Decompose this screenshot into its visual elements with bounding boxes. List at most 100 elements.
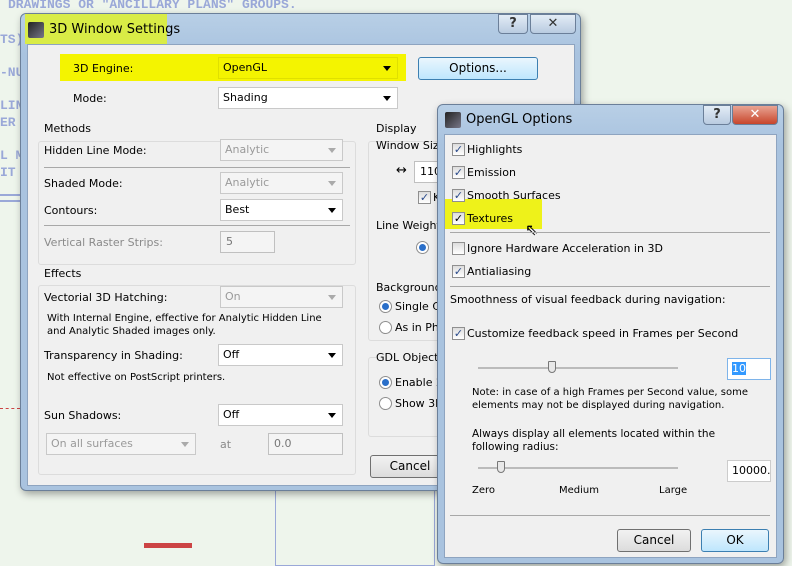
chevron-down-icon xyxy=(181,442,189,447)
close-button[interactable]: ✕ xyxy=(732,105,778,125)
cad-line xyxy=(275,490,435,566)
options-button[interactable]: Options... xyxy=(418,57,538,80)
antialiasing-checkbox[interactable]: ✓ xyxy=(452,265,465,278)
fps-slider-track[interactable] xyxy=(478,367,678,369)
chevron-down-icon xyxy=(383,96,391,101)
hatching-label: Vectorial 3D Hatching: xyxy=(44,291,168,304)
slider-label-large: Large xyxy=(659,485,688,496)
cad-line xyxy=(0,194,20,196)
textures-label: Textures xyxy=(467,212,513,225)
hidden-line-select[interactable]: Analytic xyxy=(220,139,343,161)
divider xyxy=(44,225,350,226)
methods-title: Methods xyxy=(44,122,91,135)
hidden-line-value: Analytic xyxy=(225,143,270,156)
cad-text: IT xyxy=(0,165,16,180)
shaded-mode-value: Analytic xyxy=(225,176,270,189)
emission-label: Emission xyxy=(467,166,516,179)
raster-input[interactable]: 5 xyxy=(220,231,275,253)
antialiasing-label: Antialiasing xyxy=(467,265,532,278)
chevron-down-icon xyxy=(328,353,336,358)
hidden-line-label: Hidden Line Mode: xyxy=(44,144,147,157)
raster-label: Vertical Raster Strips: xyxy=(44,236,163,249)
fps-slider-thumb[interactable] xyxy=(548,361,556,373)
ignore-hw-accel-checkbox[interactable]: ✓ xyxy=(452,242,465,255)
shadow-at-input[interactable]: 0.0 xyxy=(268,433,343,455)
mouse-cursor-icon: ⇖ xyxy=(525,220,539,239)
help-button[interactable]: ? xyxy=(498,14,528,34)
opengl-options-dialog: OpenGL Options ? ✕ ✓ Highlights ✓ Emissi… xyxy=(437,104,784,564)
archicad-logo-icon xyxy=(445,112,461,128)
cad-line xyxy=(144,543,192,548)
hatching-note: With Internal Engine, effective for Anal… xyxy=(47,313,322,337)
engine-select[interactable]: OpenGL xyxy=(218,57,398,79)
radius-input[interactable]: 10000.0 xyxy=(727,460,771,482)
help-button[interactable]: ? xyxy=(703,105,731,125)
chevron-down-icon xyxy=(383,66,391,71)
line-weight-label: Line Weight: xyxy=(376,219,445,232)
contours-label: Contours: xyxy=(44,204,98,217)
window-size-label: Window Size xyxy=(376,139,446,152)
sun-shadows-select[interactable]: Off xyxy=(218,404,343,426)
surfaces-select[interactable]: On all surfaces xyxy=(46,433,196,455)
divider xyxy=(450,286,770,287)
background-label: Background: xyxy=(376,281,446,294)
chevron-down-icon xyxy=(328,148,336,153)
radius-slider-thumb[interactable] xyxy=(497,461,505,473)
cad-line xyxy=(0,408,20,409)
transparency-select[interactable]: Off xyxy=(218,344,343,366)
at-label: at xyxy=(220,438,232,451)
highlights-checkbox[interactable]: ✓ xyxy=(452,143,465,156)
show-3d-radio[interactable] xyxy=(379,397,392,410)
hatching-select[interactable]: On xyxy=(220,286,343,308)
contours-value: Best xyxy=(225,203,250,216)
smooth-surfaces-label: Smooth Surfaces xyxy=(467,189,561,202)
surfaces-value: On all surfaces xyxy=(51,437,133,450)
line-weight-radio[interactable] xyxy=(416,241,429,254)
single-color-radio[interactable] xyxy=(379,300,392,313)
customize-fps-label: Customize feedback speed in Frames per S… xyxy=(467,327,739,340)
sun-shadows-value: Off xyxy=(223,408,240,421)
dialog-title: OpenGL Options xyxy=(466,112,573,127)
width-arrow-icon: ↔ xyxy=(396,163,407,178)
ignore-hw-accel-label: Ignore Hardware Acceleration in 3D xyxy=(467,242,663,255)
fps-note: Note: in case of a high Frames per Secon… xyxy=(472,387,748,411)
enable-2d-radio[interactable] xyxy=(379,376,392,389)
fps-input[interactable]: 10 xyxy=(727,358,771,380)
ok-button[interactable]: OK xyxy=(701,529,769,552)
radius-label: Always display all elements located with… xyxy=(472,428,716,453)
divider xyxy=(450,515,770,516)
fps-value: 10 xyxy=(732,362,746,375)
mode-select[interactable]: Shading xyxy=(218,87,398,109)
smoothness-label: Smoothness of visual feedback during nav… xyxy=(450,293,726,306)
chevron-down-icon xyxy=(328,413,336,418)
engine-value: OpenGL xyxy=(223,61,268,74)
close-button[interactable]: ✕ xyxy=(530,14,576,34)
emission-checkbox[interactable]: ✓ xyxy=(452,166,465,179)
smooth-surfaces-checkbox[interactable]: ✓ xyxy=(452,189,465,202)
chevron-down-icon xyxy=(328,181,336,186)
display-title: Display xyxy=(376,122,417,135)
shaded-mode-label: Shaded Mode: xyxy=(44,177,123,190)
mode-label: Mode: xyxy=(73,92,107,105)
slider-label-medium: Medium xyxy=(559,485,599,496)
effects-title: Effects xyxy=(44,267,82,280)
cad-text: ER xyxy=(0,115,16,130)
shaded-mode-select[interactable]: Analytic xyxy=(220,172,343,194)
chevron-down-icon xyxy=(328,208,336,213)
contours-select[interactable]: Best xyxy=(220,199,343,221)
keep-proportion-checkbox[interactable]: ✓ xyxy=(418,191,431,204)
archicad-logo-icon xyxy=(28,22,44,38)
divider xyxy=(450,232,770,233)
transparency-value: Off xyxy=(223,348,240,361)
textures-checkbox[interactable]: ✓ xyxy=(452,212,465,225)
radius-slider-track[interactable] xyxy=(478,467,678,469)
mode-value: Shading xyxy=(223,91,268,104)
customize-fps-checkbox[interactable]: ✓ xyxy=(452,327,465,340)
as-in-photo-radio[interactable] xyxy=(379,321,392,334)
cad-line xyxy=(0,200,20,202)
engine-label: 3D Engine: xyxy=(73,62,134,75)
slider-label-zero: Zero xyxy=(472,485,496,496)
hatching-value: On xyxy=(225,290,241,303)
dialog-title: 3D Window Settings xyxy=(49,22,181,37)
cancel-button[interactable]: Cancel xyxy=(617,529,691,552)
